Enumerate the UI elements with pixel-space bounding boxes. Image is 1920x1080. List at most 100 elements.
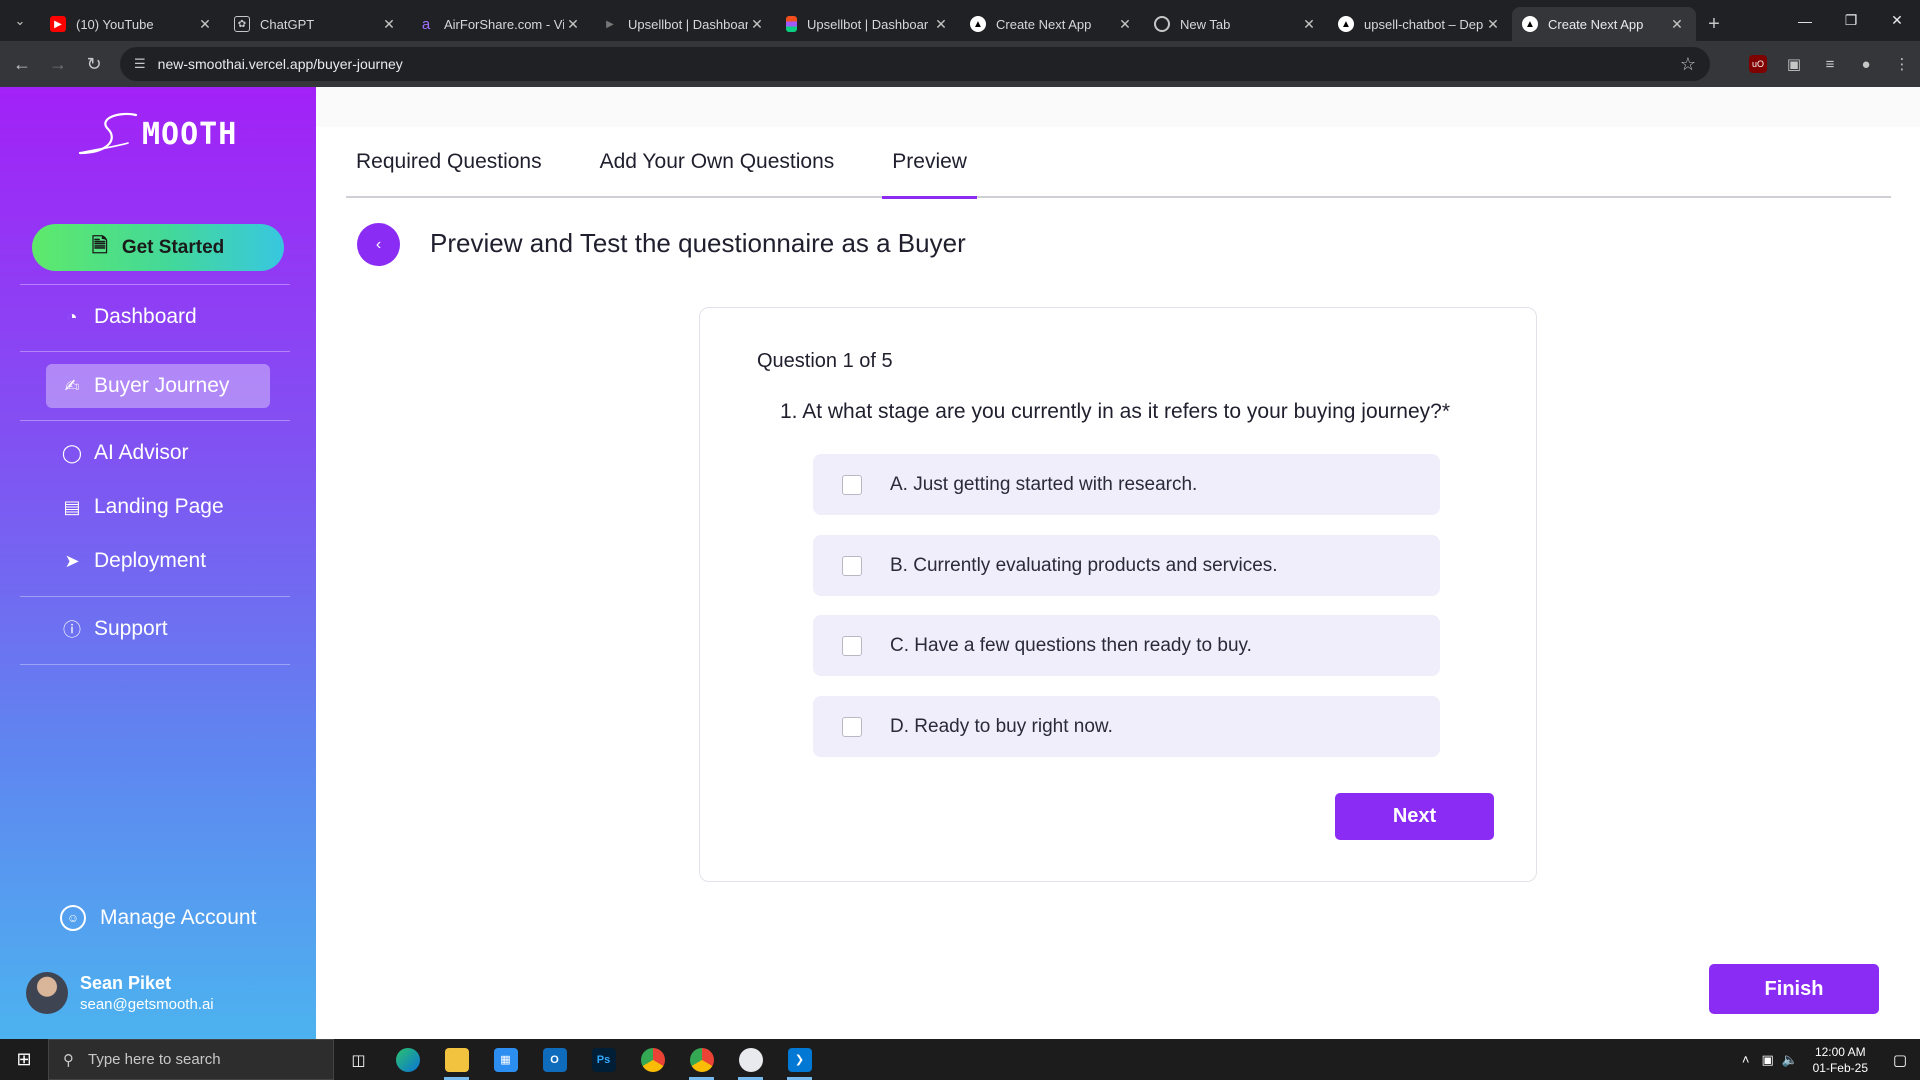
profile-avatar-icon[interactable]: ● [1848,56,1884,73]
clock[interactable]: 12:00 AM 01-Feb-25 [1813,1044,1868,1076]
sidebar-item-ai-advisor[interactable]: ◯ AI Advisor [46,431,270,475]
answer-option-a[interactable]: A. Just getting started with research. [813,454,1440,515]
microsoft-store-icon[interactable]: ▦ [481,1039,530,1080]
finish-button[interactable]: Finish [1709,964,1879,1014]
sidebar-divider [20,351,290,352]
tab-title: Create Next App [996,16,1092,32]
tab-title: Upsellbot | Dashboar [628,16,748,32]
close-tab-icon[interactable]: ✕ [196,16,214,33]
ublock-icon[interactable]: uO [1740,55,1776,73]
vscode-icon[interactable]: ❯ [775,1039,824,1080]
media-queue-icon[interactable]: ≡ [1812,56,1848,73]
smooth-logo[interactable]: MOOTH [78,109,237,159]
taskbar-search-box[interactable]: ⚲ Type here to search [48,1039,334,1080]
tab-title: New Tab [1180,16,1231,32]
edge-icon[interactable] [383,1039,432,1080]
search-icon: ⚲ [63,1051,74,1069]
tab-add-your-own-questions[interactable]: Add Your Own Questions [590,126,845,197]
close-tab-icon[interactable]: ✕ [1300,16,1318,33]
photoshop-icon[interactable]: Ps [579,1039,628,1080]
restore-icon[interactable]: ❐ [1828,0,1874,41]
manage-account-link[interactable]: ☺ Manage Account [60,905,256,931]
clock-date: 01-Feb-25 [1812,1060,1868,1075]
new-tab-button[interactable]: + [1696,7,1732,41]
close-window-icon[interactable]: ✕ [1874,0,1920,41]
answer-option-c[interactable]: C. Have a few questions then ready to bu… [813,615,1440,676]
tab-title: AirForShare.com - Vir [444,16,564,32]
site-info-icon[interactable]: ☰ [134,56,146,72]
close-tab-icon[interactable]: ✕ [1668,16,1686,33]
tab-title: (10) YouTube [76,16,154,32]
network-icon[interactable]: ▣ [1757,1052,1779,1068]
user-name: Sean Piket [80,973,172,993]
next-button[interactable]: Next [1335,793,1494,840]
file-explorer-icon[interactable] [432,1039,481,1080]
sidebar-item-landing-page[interactable]: ▤ Landing Page [46,485,270,529]
chrome-app-icon[interactable] [726,1039,775,1080]
answer-option-d[interactable]: D. Ready to buy right now. [813,696,1440,757]
extensions-puzzle-icon[interactable]: ▣ [1776,55,1812,73]
rocket-icon: ➤ [64,550,80,571]
tab-required-questions[interactable]: Required Questions [346,126,552,197]
browser-tab[interactable]: ▲ upsell-chatbot – Dep ✕ [1328,7,1512,41]
get-started-button[interactable]: 🗎 Get Started [32,224,284,271]
volume-icon[interactable]: 🔈 [1779,1052,1801,1068]
url-field[interactable]: ☰ new-smoothai.vercel.app/buyer-journey … [120,47,1710,81]
answer-option-b[interactable]: B. Currently evaluating products and ser… [813,535,1440,596]
browser-tab[interactable]: ▶ Upsellbot | Dashboar ✕ [592,7,776,41]
close-tab-icon[interactable]: ✕ [1116,16,1134,33]
chrome-profile-icon[interactable] [677,1039,726,1080]
sidebar-item-label: Dashboard [94,305,197,328]
browser-tab[interactable]: ▲ Create Next App ✕ [960,7,1144,41]
browser-menu-icon[interactable]: ⋮ [1884,55,1920,73]
back-button[interactable]: ‹ [357,223,400,266]
close-tab-icon[interactable]: ✕ [932,16,950,33]
browser-tab[interactable]: a AirForShare.com - Vir ✕ [408,7,592,41]
chrome-icon[interactable] [628,1039,677,1080]
checkbox[interactable] [842,716,862,737]
vercel-icon: ▲ [970,16,986,32]
top-strip [316,87,1920,127]
sidebar-item-buyer-journey[interactable]: ✍ Buyer Journey [46,364,270,408]
handshake-icon: ✍ [64,375,80,396]
close-tab-icon[interactable]: ✕ [564,16,582,33]
figma-icon [786,16,797,32]
browser-tab[interactable]: ▶ (10) YouTube ✕ [40,7,224,41]
tab-search-icon[interactable]: ⌄ [0,0,40,41]
checkbox[interactable] [842,555,862,576]
sidebar-item-support[interactable]: ⓘ Support [46,607,270,651]
back-arrow-icon[interactable]: ← [4,46,40,82]
system-tray: ˄ ▣ 🔈 12:00 AM 01-Feb-25 ▢ [1735,1039,1920,1080]
outlook-icon[interactable]: O [530,1039,579,1080]
tab-title: upsell-chatbot – Dep [1364,16,1484,32]
sidebar-item-label: AI Advisor [94,441,189,464]
windows-start-icon[interactable]: ⊞ [0,1039,48,1080]
close-tab-icon[interactable]: ✕ [380,16,398,33]
close-tab-icon[interactable]: ✕ [1484,16,1502,33]
clock-time: 12:00 AM [1814,1044,1866,1059]
checkbox[interactable] [842,635,862,656]
option-label: C. Have a few questions then ready to bu… [890,634,1252,656]
browser-tab-active[interactable]: ▲ Create Next App ✕ [1512,7,1696,41]
browser-tab[interactable]: ✿ ChatGPT ✕ [224,7,408,41]
option-label: B. Currently evaluating products and ser… [890,554,1278,576]
tab-preview[interactable]: Preview [882,126,977,199]
checkbox[interactable] [842,474,862,495]
logo-swoosh-icon [78,112,138,155]
chevron-up-icon[interactable]: ˄ [1735,1052,1757,1067]
sidebar-item-deployment[interactable]: ➤ Deployment [46,539,270,583]
forward-arrow-icon[interactable]: → [40,46,76,82]
notification-icon[interactable]: ▢ [1880,1051,1920,1069]
user-email: sean@getsmooth.ai [80,996,214,1013]
browser-tab[interactable]: Upsellbot | Dashboar ✕ [776,7,960,41]
bookmark-star-icon[interactable]: ☆ [1680,54,1696,75]
pie-chart-icon: ◔ [66,306,78,327]
task-view-icon[interactable]: ◫ [334,1039,383,1080]
close-tab-icon[interactable]: ✕ [748,16,766,33]
user-profile[interactable]: Sean Piket sean@getsmooth.ai [26,972,214,1014]
sidebar-divider [20,284,290,285]
reload-icon[interactable]: ↻ [76,46,112,82]
minimize-icon[interactable]: — [1782,0,1828,41]
browser-tab[interactable]: New Tab ✕ [1144,7,1328,41]
sidebar-item-dashboard[interactable]: ◔ Dashboard [46,295,270,339]
